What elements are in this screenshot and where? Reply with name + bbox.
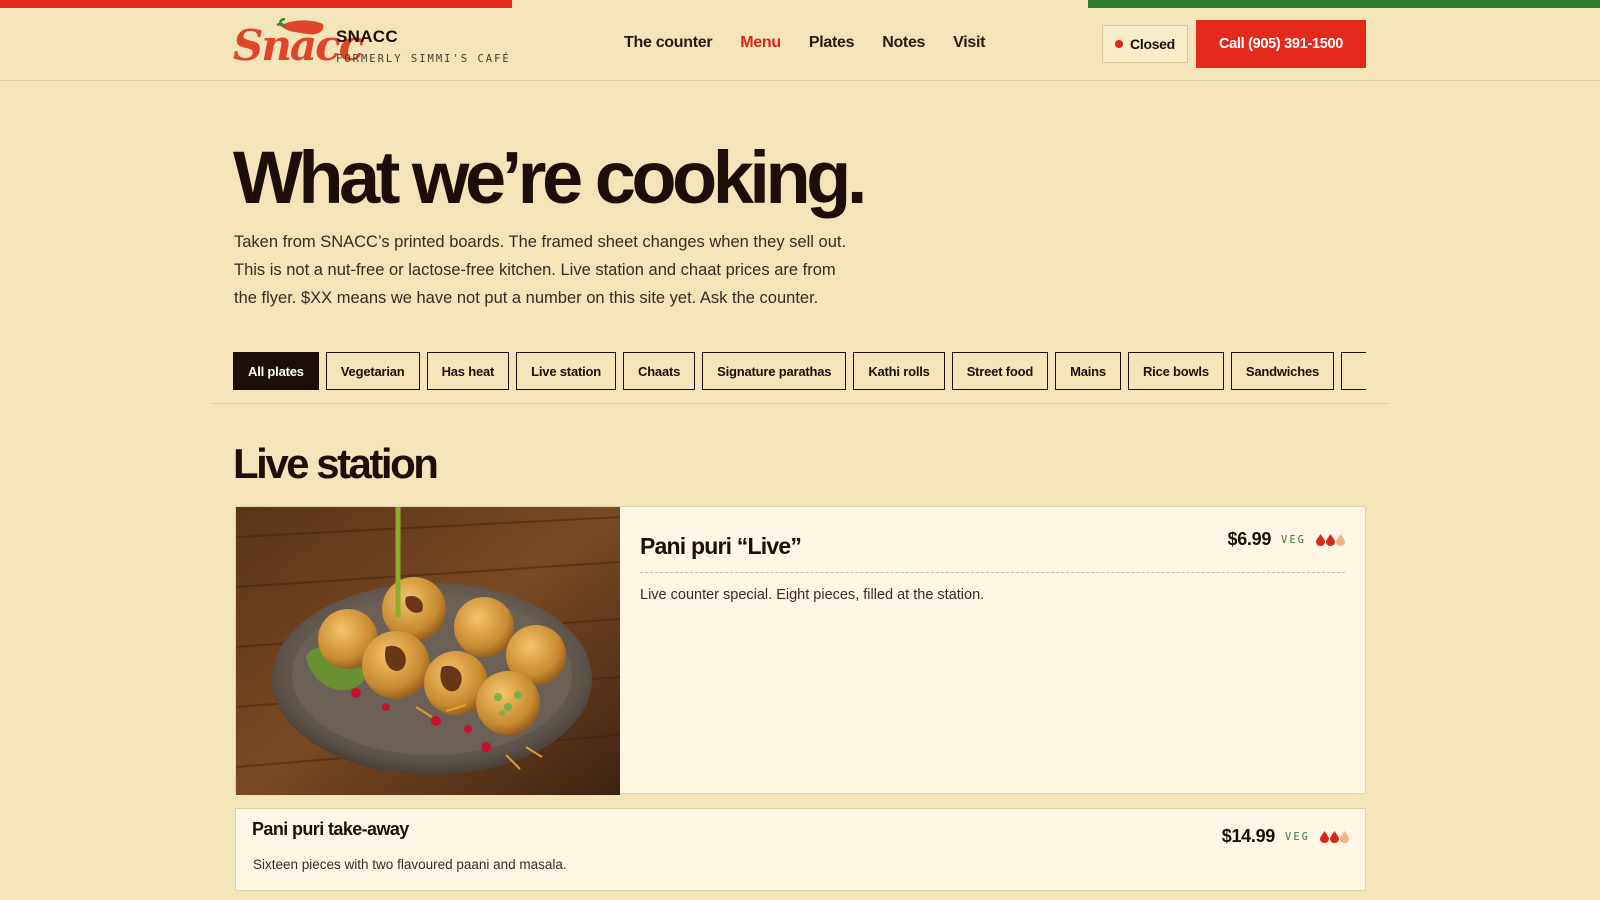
hero-intro: Taken from SNACC’s printed boards. The f… <box>234 228 914 312</box>
price-row: $14.99 VEG <box>1222 826 1349 847</box>
hero-copy-line: This is not a nut-free or lactose-free k… <box>234 261 836 279</box>
dashed-rule <box>640 572 1345 573</box>
item-price: $14.99 <box>1221 826 1276 846</box>
price-row: $6.99 VEG <box>1227 529 1345 550</box>
filter-chip-has-heat[interactable]: Has heat <box>426 352 510 390</box>
veg-tag: VEG <box>1281 533 1306 546</box>
filter-chip-kathi-rolls[interactable]: Kathi rolls <box>853 352 945 390</box>
filter-chip-live-station[interactable]: Live station <box>516 352 616 390</box>
item-description: Sixteen pieces with two flavoured paani … <box>253 857 567 872</box>
page-title: What we’re cooking. <box>233 136 867 219</box>
filter-chip-vegetarian[interactable]: Vegetarian <box>325 352 420 390</box>
chili-drop-icon <box>1326 533 1335 546</box>
filter-chip-mains[interactable]: Mains <box>1055 352 1121 390</box>
hero-copy-line: Taken from SNACC’s printed boards. The f… <box>234 233 847 251</box>
featured-menu-item[interactable]: Pani puri “Live” $6.99 VEG Live counter … <box>235 506 1366 795</box>
brand-name: SNACC <box>336 27 398 46</box>
featured-item-details: Pani puri “Live” $6.99 VEG Live counter … <box>620 507 1365 793</box>
nav-link-plates[interactable]: Plates <box>809 34 855 52</box>
main-nav: The counter Menu Plates Notes Visit <box>624 34 985 52</box>
open-status-badge: Closed <box>1102 25 1188 63</box>
nav-link-visit[interactable]: Visit <box>953 34 985 52</box>
flag-stripe-green <box>1088 0 1600 8</box>
nav-link-the-counter[interactable]: The counter <box>624 34 713 52</box>
menu-item[interactable]: Pani puri take-away $14.99 VEG Sixteen p… <box>235 808 1366 891</box>
nav-link-menu[interactable]: Menu <box>740 34 781 52</box>
heat-level-indicator <box>1320 830 1349 843</box>
chili-drop-icon <box>1330 830 1339 843</box>
hero-copy-line: the flyer. $XX means we have not put a n… <box>234 289 819 307</box>
chili-drop-icon <box>1340 830 1349 843</box>
filter-chip-street-food[interactable]: Street food <box>951 352 1049 390</box>
item-description: Live counter special. Eight pieces, fill… <box>640 587 985 603</box>
chili-drop-icon <box>1336 533 1345 546</box>
brand-subtitle: FORMERLY SIMMI'S CAFÉ <box>336 53 511 65</box>
chili-drop-icon <box>1320 830 1329 843</box>
filter-chip-rice-bowls[interactable]: Rice bowls <box>1127 352 1224 390</box>
filter-chip-sandwiches[interactable]: Sandwiches <box>1230 352 1335 390</box>
filter-chip-signature-parathas[interactable]: Signature parathas <box>702 352 847 390</box>
chili-icon <box>276 18 324 35</box>
section-divider <box>210 403 1390 404</box>
status-label: Closed <box>1130 36 1175 52</box>
pani-puri-plate-image <box>236 507 620 795</box>
site-header: Snacc SNACC FORMERLY SIMMI'S CAFÉ The co… <box>0 8 1600 81</box>
item-name: Pani puri take-away <box>252 819 409 839</box>
flag-stripe-red <box>0 0 512 8</box>
filter-chip-chaats[interactable]: Chaats <box>623 352 696 390</box>
status-dot-icon <box>1115 40 1124 48</box>
section-title: Live station <box>233 440 439 487</box>
call-button[interactable]: Call (905) 391-1500 <box>1196 20 1366 68</box>
filter-chip-all-plates[interactable]: All plates <box>233 352 319 390</box>
brand-home-link[interactable]: Snacc SNACC FORMERLY SIMMI'S CAFÉ <box>233 18 533 72</box>
item-price: $6.99 <box>1227 529 1272 549</box>
heat-level-indicator <box>1316 533 1345 546</box>
nav-link-notes[interactable]: Notes <box>882 34 925 52</box>
category-filter-bar: All plates Vegetarian Has heat Live station… <box>233 352 1366 392</box>
dish-photo <box>236 507 620 795</box>
chili-drop-icon <box>1316 533 1325 546</box>
filter-chip-more[interactable] <box>1341 352 1366 390</box>
veg-tag: VEG <box>1285 830 1310 843</box>
